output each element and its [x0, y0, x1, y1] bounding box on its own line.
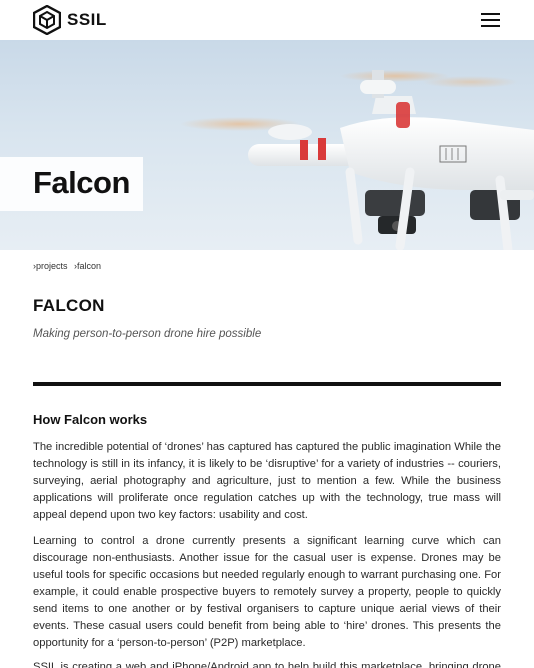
brand-logo[interactable]: SSIL — [33, 5, 107, 35]
body-paragraph: Learning to control a drone currently pr… — [33, 535, 501, 649]
breadcrumb-projects[interactable]: ›projects — [33, 261, 68, 271]
brand-name: SSIL — [67, 10, 107, 29]
project-title: FALCON — [33, 296, 105, 315]
hamburger-menu-icon[interactable] — [481, 12, 501, 28]
breadcrumb-falcon[interactable]: ›falcon — [74, 261, 101, 271]
hero-title-box: Falcon — [0, 157, 143, 211]
hero-banner: Falcon — [0, 40, 534, 250]
body-paragraph: SSIL is creating a web and iPhone/Androi… — [33, 661, 501, 668]
body-paragraph: The incredible potential of ‘drones’ has… — [33, 441, 501, 521]
hero-title: Falcon — [33, 165, 130, 200]
breadcrumb: ›projects ›falcon — [33, 261, 105, 271]
section-divider — [33, 382, 501, 386]
cube-logo-icon — [33, 5, 61, 35]
project-subtitle: Making person-to-person drone hire possi… — [33, 328, 262, 340]
site-header: SSIL — [0, 0, 534, 40]
section-heading: How Falcon works — [33, 412, 148, 427]
drone-photo — [180, 70, 534, 250]
